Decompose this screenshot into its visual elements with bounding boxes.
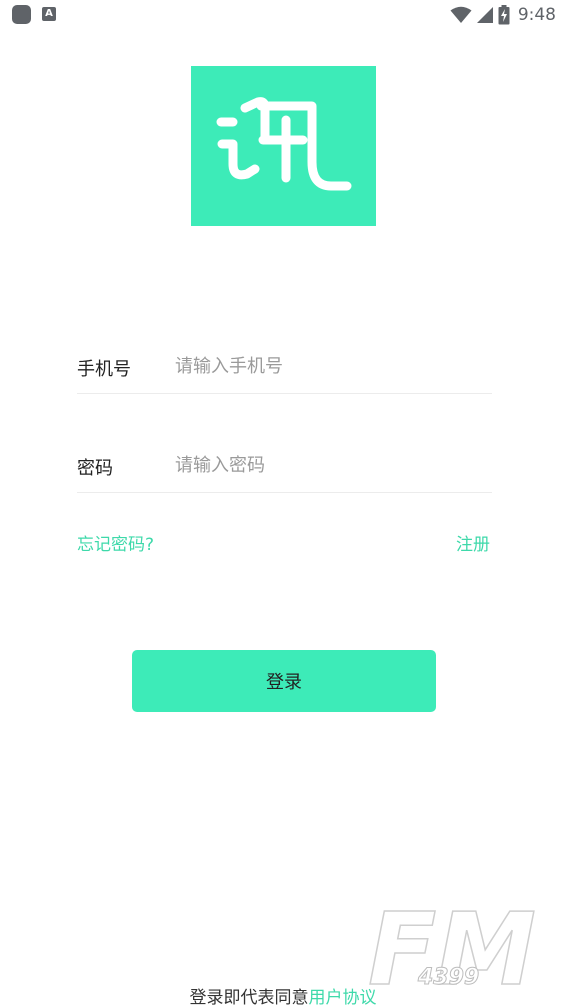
register-link[interactable]: 注册 [456, 530, 490, 555]
app-notification-icon [12, 5, 31, 24]
phone-input[interactable] [175, 349, 485, 383]
status-bar-right: 9:48 [450, 3, 556, 27]
password-field-row: 密码 [77, 442, 492, 493]
login-button[interactable]: 登录 [132, 650, 436, 712]
signal-icon [476, 7, 493, 23]
battery-charging-icon [498, 5, 510, 25]
logo-glyph [216, 97, 352, 191]
fm-4399-watermark: FM 4399 [360, 890, 540, 1008]
password-input[interactable] [175, 448, 485, 482]
agreement-prefix: 登录即代表同意 [189, 988, 309, 1008]
app-logo [191, 66, 376, 226]
agreement-text: 登录即代表同意用户协议 [0, 983, 566, 1008]
status-bar: A 9:48 [0, 0, 566, 30]
status-time: 9:48 [517, 5, 556, 25]
wifi-icon [450, 6, 472, 23]
a-notification-icon: A [42, 7, 56, 21]
password-label: 密码 [77, 458, 113, 479]
user-agreement-link[interactable]: 用户协议 [309, 988, 377, 1008]
forgot-password-link[interactable]: 忘记密码? [77, 530, 154, 555]
phone-label: 手机号 [77, 359, 131, 380]
phone-field-row: 手机号 [77, 343, 492, 394]
watermark-fm-text: FM [368, 892, 536, 992]
